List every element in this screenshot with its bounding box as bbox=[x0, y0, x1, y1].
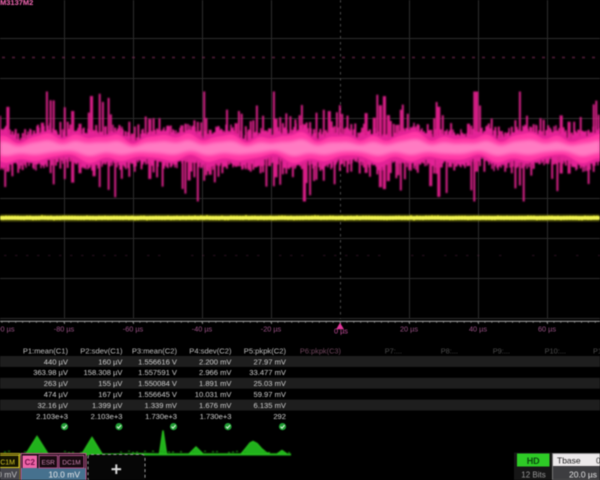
svg-text:C2: C2 bbox=[25, 458, 36, 467]
svg-text:25.03 mV: 25.03 mV bbox=[253, 379, 286, 388]
svg-text:10.031 mV: 10.031 mV bbox=[195, 390, 233, 399]
svg-text:DC1M: DC1M bbox=[0, 460, 15, 467]
svg-text:1.730e+3: 1.730e+3 bbox=[145, 412, 177, 421]
svg-text:1.557591 V: 1.557591 V bbox=[138, 368, 178, 377]
svg-text:292: 292 bbox=[273, 412, 286, 421]
svg-text:DC1M: DC1M bbox=[62, 459, 80, 466]
svg-text:1.399 µV: 1.399 µV bbox=[92, 401, 123, 410]
svg-text:-20 µs: -20 µs bbox=[261, 325, 282, 334]
svg-text:59.97 mV: 59.97 mV bbox=[253, 390, 286, 399]
svg-text:P2:sdev(C1): P2:sdev(C1) bbox=[80, 347, 123, 356]
svg-text:0: 0 bbox=[596, 455, 600, 465]
svg-text:2.103e+3: 2.103e+3 bbox=[91, 412, 123, 421]
svg-text:33.477 mV: 33.477 mV bbox=[249, 368, 287, 377]
svg-text:2.966 mV: 2.966 mV bbox=[199, 368, 232, 377]
svg-text:HD: HD bbox=[527, 456, 540, 466]
svg-text:160 µV: 160 µV bbox=[98, 357, 123, 366]
svg-text:2.103e+3: 2.103e+3 bbox=[36, 412, 68, 421]
svg-text:363.98 µV: 363.98 µV bbox=[33, 368, 69, 377]
svg-text:155 µV: 155 µV bbox=[98, 379, 123, 388]
svg-text:10.0 mV: 10.0 mV bbox=[48, 470, 80, 480]
svg-text:P11: P11 bbox=[593, 347, 600, 356]
svg-text:60 µs: 60 µs bbox=[538, 325, 556, 334]
svg-text:1.339 mV: 1.339 mV bbox=[144, 401, 177, 410]
svg-text:P6:pkpk(C3): P6:pkpk(C3) bbox=[300, 347, 341, 356]
svg-text:-60 µs: -60 µs bbox=[123, 325, 144, 334]
svg-text:1.891 mV: 1.891 mV bbox=[199, 379, 232, 388]
svg-text:20.0 µs: 20.0 µs bbox=[569, 469, 597, 479]
svg-text:P3:mean(C2): P3:mean(C2) bbox=[132, 347, 178, 356]
svg-text:-100 µs: -100 µs bbox=[0, 325, 15, 334]
svg-text:M3137M2: M3137M2 bbox=[0, 0, 33, 7]
svg-text:263 µV: 263 µV bbox=[44, 379, 69, 388]
svg-text:32.16 µV: 32.16 µV bbox=[37, 401, 68, 410]
svg-text:P4:sdev(C2): P4:sdev(C2) bbox=[189, 347, 232, 356]
svg-text:1.550084 V: 1.550084 V bbox=[138, 379, 178, 388]
svg-text:-80 µs: -80 µs bbox=[54, 325, 75, 334]
svg-text:P8:...: P8:... bbox=[441, 347, 458, 356]
svg-text:P9:...: P9:... bbox=[493, 347, 510, 356]
svg-text:1.556645 V: 1.556645 V bbox=[138, 390, 178, 399]
svg-text:440 µV: 440 µV bbox=[44, 357, 69, 366]
svg-text:P5:pkpk(C2): P5:pkpk(C2) bbox=[244, 347, 287, 356]
svg-text:2.200 mV: 2.200 mV bbox=[199, 357, 232, 366]
svg-text:P1:mean(C1): P1:mean(C1) bbox=[23, 347, 69, 356]
svg-text:P10:...: P10:... bbox=[545, 347, 566, 356]
svg-text:12 Bits: 12 Bits bbox=[521, 471, 545, 480]
svg-text:Tbase: Tbase bbox=[557, 455, 581, 465]
svg-text:1.556616 V: 1.556616 V bbox=[138, 357, 178, 366]
svg-text:6.135 mV: 6.135 mV bbox=[253, 401, 286, 410]
svg-text:474 µV: 474 µV bbox=[44, 390, 69, 399]
svg-text:20 µs: 20 µs bbox=[400, 325, 418, 334]
svg-text:10.0 mV: 10.0 mV bbox=[0, 470, 17, 480]
svg-text:1.676 mV: 1.676 mV bbox=[199, 401, 232, 410]
svg-text:158.308 µV: 158.308 µV bbox=[84, 368, 124, 377]
svg-text:27.97 mV: 27.97 mV bbox=[253, 357, 286, 366]
svg-text:P7:...: P7:... bbox=[385, 347, 402, 356]
svg-text:-40 µs: -40 µs bbox=[192, 325, 213, 334]
svg-text:1.730e+3: 1.730e+3 bbox=[200, 412, 232, 421]
svg-text:167 µV: 167 µV bbox=[98, 390, 123, 399]
svg-text:40 µs: 40 µs bbox=[469, 325, 487, 334]
svg-text:ESR: ESR bbox=[42, 459, 56, 466]
